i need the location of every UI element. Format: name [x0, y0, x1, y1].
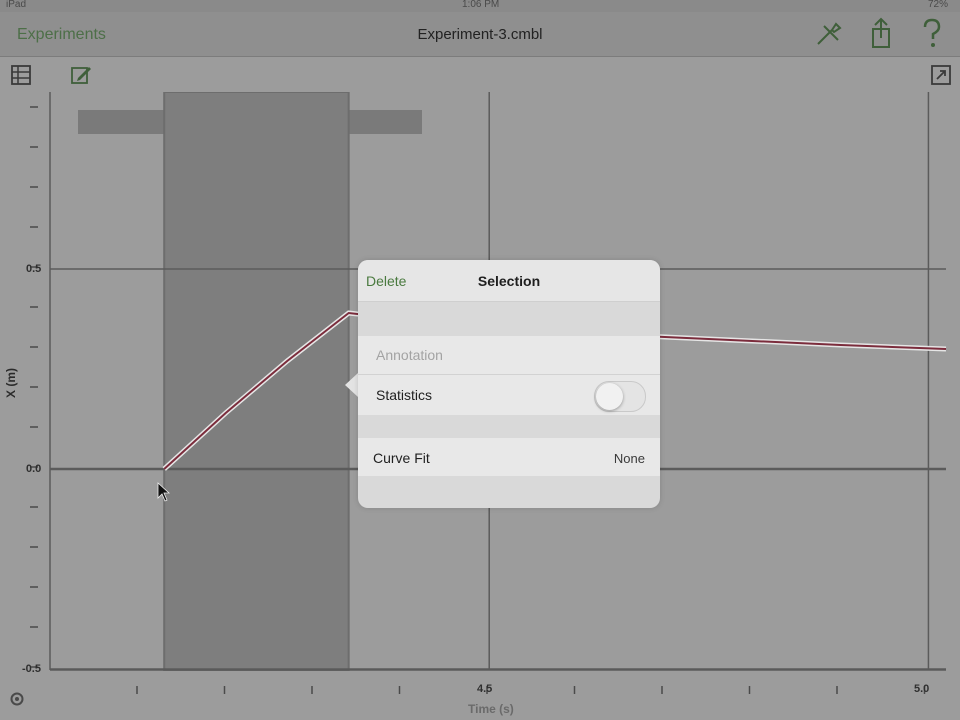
curve-fit-value: None [613, 451, 645, 466]
x-tick-label: 5.0 [914, 683, 930, 695]
x-axis-label[interactable]: Time (s) [468, 702, 514, 716]
popover-header: Delete Selection [358, 260, 660, 302]
status-battery: 72% [927, 0, 948, 10]
annotation-row[interactable]: Annotation [358, 336, 660, 375]
status-time: 1:06 PM [462, 0, 500, 10]
popover-arrow [345, 373, 358, 397]
table-icon[interactable] [10, 64, 32, 86]
popover-title: Selection [477, 273, 541, 289]
toggle-knob [596, 383, 623, 410]
navigation-bar: Experiments Experiment-3.cmbl [0, 12, 960, 57]
statistics-label: Statistics [376, 387, 433, 403]
expand-icon[interactable] [930, 64, 952, 86]
cursor-icon [157, 482, 171, 502]
curve-fit-label: Curve Fit [373, 450, 430, 466]
share-icon[interactable] [864, 16, 898, 50]
tools-icon[interactable] [812, 16, 846, 50]
status-device: iPad [6, 0, 27, 10]
y-axis-label[interactable]: X (m) [4, 368, 18, 398]
y-tick-label: -0.5 [22, 663, 41, 675]
status-bar: iPad 1:06 PM 72% [0, 0, 960, 12]
x-tick-label: 4.5 [477, 683, 493, 695]
statistics-row: Statistics [358, 375, 660, 415]
curve-fit-row[interactable]: Curve Fit None [358, 438, 660, 476]
edit-icon[interactable] [70, 64, 92, 86]
help-icon[interactable] [914, 16, 948, 50]
selection-popover: Delete Selection Annotation Statistics C… [358, 260, 660, 508]
gear-icon[interactable] [8, 690, 26, 708]
y-tick-label: 0.5 [26, 263, 42, 275]
selection-region [163, 92, 350, 671]
annotation-field[interactable]: Annotation [376, 347, 443, 363]
statistics-toggle[interactable] [594, 381, 646, 412]
y-tick-label: 0.0 [26, 463, 42, 475]
